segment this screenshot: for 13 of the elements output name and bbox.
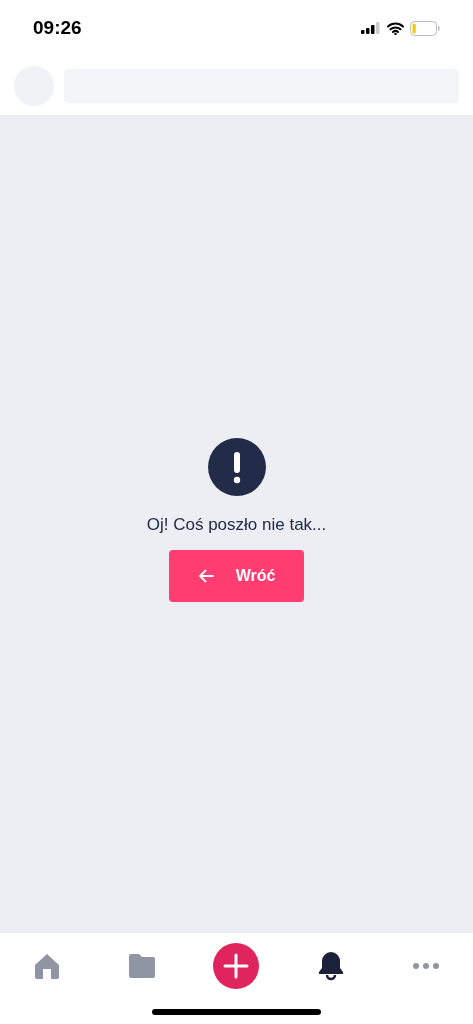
wifi-icon	[387, 21, 404, 35]
home-icon[interactable]	[33, 952, 62, 980]
status-time: 09:26	[33, 15, 82, 40]
error-message: Oj! Coś poszło nie tak...	[146, 513, 327, 536]
folder-icon[interactable]	[126, 953, 157, 979]
bell-icon[interactable]	[317, 951, 346, 981]
battery-icon	[410, 20, 440, 36]
signal-icon	[361, 22, 381, 34]
arrow-left-icon	[197, 569, 214, 584]
add-icon[interactable]	[212, 942, 261, 990]
warning-icon	[207, 437, 266, 496]
more-icon[interactable]	[411, 962, 440, 970]
back-button[interactable]: Wróć	[169, 550, 304, 603]
